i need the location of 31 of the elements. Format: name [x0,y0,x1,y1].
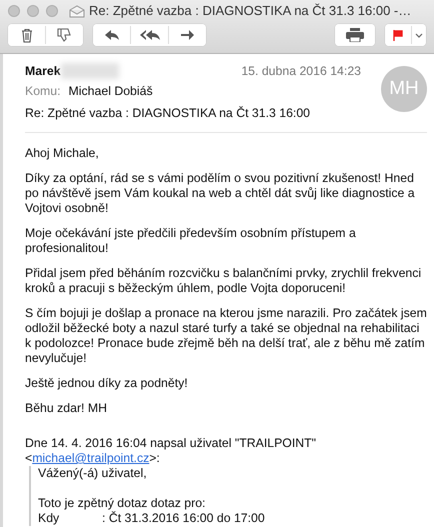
paragraph: Moje očekávání jste předčili především osobním přístupem a profesionalitou! [25,226,357,256]
redacted-text [60,63,119,80]
paragraph: S čím bojuji je došlap a pronace na kterou jsme narazili. Pro začátek jsem odložil běžecké boty a nazul staré turfy a také se objednal na rehabilitaci k podolozce! Pronace bude zřejmě běh na delší trať, ale z běhu mě zatím nevylučuje! [25,306,427,366]
subject-text: Re: Zpětné vazba : DIAGNOSTIKA na Čt 31.3 16:00 [25,104,312,122]
quote-text: Toto je zpětný dotaz dotaz pro: [38,496,206,511]
paragraph: Díky za optání, rád se s vámi podělím o svou pozitivní zkušenost! Hned po návštěvě jsem Vám koukal na web a chtěl dát svůj like diagnostice a Vojtovi osobně! [25,171,416,216]
paragraph: Ahoj Michale, [25,146,100,161]
reply-all-icon [138,29,160,41]
reply-icon [104,29,120,41]
avatar: MH [381,66,427,112]
caret-icon [415,32,423,38]
window-title: Re: Zpětné vazba : DIAGNOSTIKA na Čt 31.3 16:00 -… [89,2,412,20]
quote-greeting: Vážený(-á) uživatel, [38,466,148,481]
email-link[interactable]: michael@trailpoint.cz [32,451,150,465]
to-label: Komu: [25,83,61,100]
quote-attribution: Dne 14. 4. 2016 16:04 napsal uživatel "TRAILPOINT" <michael@trailpoint.cz>: [25,436,318,466]
flag-icon [393,30,403,40]
envelope-icon [69,4,85,18]
recipient-name: Michael Dobiáš [68,83,153,100]
date-text: 15. dubna 2016 14:23 [241,63,361,80]
trash-icon [20,28,32,42]
paragraph: Přidal jsem před běháním rozcvičku s balančními prvky, zrychlil frekvenci kroků a pracuji s běžeckým úhlem, podle Vojta doporuceni! [25,266,422,296]
forward-icon [180,29,195,41]
paragraph: Ještě jednou díky za podněty! [25,376,189,391]
print-button[interactable] [335,24,375,46]
sender-name: Marek [25,63,61,80]
thumbs-down-icon [57,28,72,42]
field-value: : Čt 31.3.2016 16:00 do 17:00 [102,511,265,526]
field-label: Kdy [38,511,60,526]
paragraph: Běhu zdar! MH [25,401,108,416]
printer-icon [346,28,364,42]
